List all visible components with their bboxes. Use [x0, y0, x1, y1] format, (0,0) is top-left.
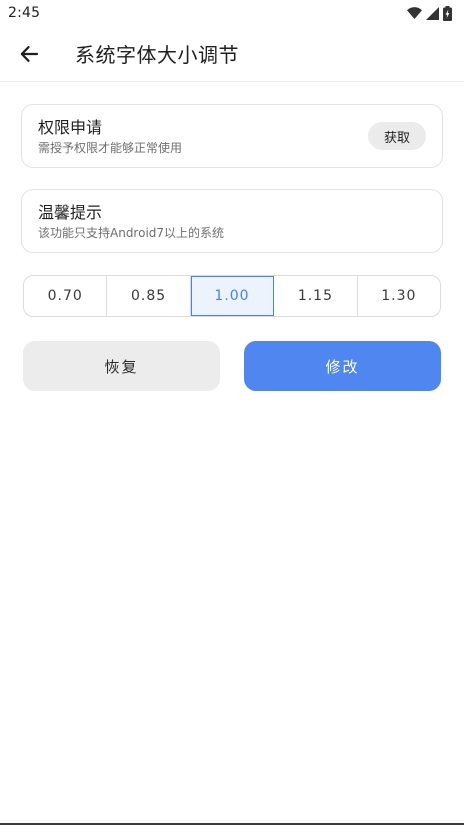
status-icons: [407, 5, 452, 21]
scale-option-070[interactable]: 0.70: [24, 276, 108, 316]
tip-card: 温馨提示 该功能只支持Android7以上的系统: [21, 189, 443, 253]
back-button[interactable]: [1, 26, 57, 82]
grant-permission-button[interactable]: 获取: [368, 122, 426, 150]
permission-card: 权限申请 需授予权限才能够正常使用 获取: [21, 104, 443, 168]
reset-button[interactable]: 恢复: [23, 341, 220, 391]
arrow-left-icon: [20, 45, 39, 62]
signal-icon: [426, 6, 439, 20]
app-bar: 系统字体大小调节: [0, 26, 464, 82]
screen: 2:45 系统字体大小调节 权限申请 需授予权限才能够正常使用 获取 温馨提示 …: [0, 0, 464, 825]
scale-option-130[interactable]: 1.30: [358, 276, 440, 316]
tip-card-subtitle: 该功能只支持Android7以上的系统: [38, 226, 225, 240]
scale-option-115[interactable]: 1.15: [274, 276, 358, 316]
scale-option-100[interactable]: 1.00: [190, 276, 275, 316]
status-bar: 2:45: [0, 0, 464, 26]
wifi-icon: [407, 7, 422, 19]
battery-icon: [443, 5, 452, 21]
apply-button[interactable]: 修改: [244, 341, 441, 391]
page-title: 系统字体大小调节: [75, 43, 239, 67]
tip-card-title: 温馨提示: [38, 203, 103, 222]
font-scale-selector: 0.70 0.85 1.00 1.15 1.30: [23, 275, 441, 317]
status-time: 2:45: [8, 5, 41, 21]
permission-card-subtitle: 需授予权限才能够正常使用: [38, 141, 183, 155]
scale-option-085[interactable]: 0.85: [107, 276, 191, 316]
